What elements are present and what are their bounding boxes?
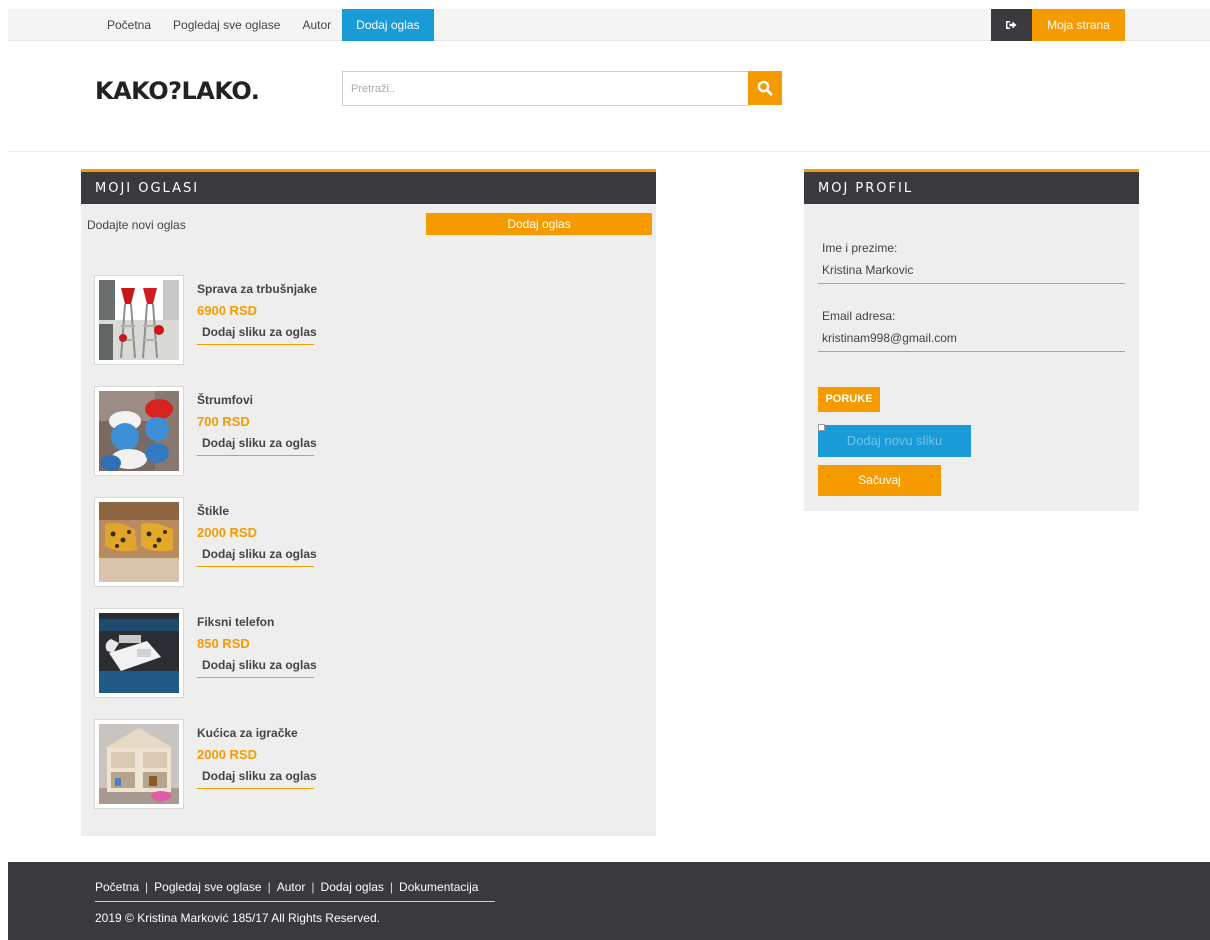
footer-separator: | xyxy=(311,880,315,894)
nav-item-autor[interactable]: Autor xyxy=(291,9,342,41)
nav-item-pocetna[interactable]: Početna xyxy=(96,9,162,41)
footer: Početna | Pogledaj sve oglase | Autor | … xyxy=(8,862,1210,940)
add-ad-image-link[interactable]: Dodaj sliku za oglas xyxy=(197,325,317,345)
upload-image-button[interactable]: Dodaj novu sliku xyxy=(818,425,971,457)
add-ad-image-link[interactable]: Dodaj sliku za oglas xyxy=(197,769,317,789)
main-nav: Početna Pogledaj sve oglase Autor Dodaj … xyxy=(96,9,434,41)
ad-price: 6900 RSD xyxy=(197,303,257,318)
email-label: Email adresa: xyxy=(822,309,896,323)
add-ad-image-link[interactable]: Dodaj sliku za oglas xyxy=(197,436,317,456)
footer-link-pocetna[interactable]: Početna xyxy=(95,880,139,894)
moja-strana-button[interactable]: Moja strana xyxy=(1032,9,1125,41)
user-nav: Moja strana xyxy=(991,9,1125,41)
search-input[interactable] xyxy=(342,71,749,106)
ad-price: 700 RSD xyxy=(197,414,250,429)
ad-price: 850 RSD xyxy=(197,636,250,651)
ad-title[interactable]: Fiksni telefon xyxy=(197,615,274,629)
add-ad-text: Dodajte novi oglas xyxy=(87,218,186,232)
search-button[interactable] xyxy=(748,71,782,105)
add-ad-button[interactable]: Dodaj oglas xyxy=(426,213,652,235)
my-profile-title: MOJ PROFIL xyxy=(804,169,1139,204)
ad-title[interactable]: Sprava za trbušnjake xyxy=(197,282,317,296)
my-ads-title: MOJI OGLASI xyxy=(81,169,656,204)
footer-link-dokumentacija[interactable]: Dokumentacija xyxy=(399,880,478,894)
nav-item-dodaj-oglas[interactable]: Dodaj oglas xyxy=(342,9,434,41)
ad-thumbnail[interactable] xyxy=(94,608,184,698)
ad-price: 2000 RSD xyxy=(197,747,257,762)
add-ad-image-link[interactable]: Dodaj sliku za oglas xyxy=(197,547,317,567)
logout-button[interactable] xyxy=(991,9,1032,41)
footer-separator: | xyxy=(267,880,271,894)
ad-item: Štrumfovi 700 RSD Dodaj sliku za oglas xyxy=(94,386,394,476)
messages-button[interactable]: PORUKE xyxy=(818,387,880,412)
site-logo[interactable]: KAKO?LAKO. xyxy=(95,77,260,105)
header-divider xyxy=(8,151,1210,152)
ad-thumbnail[interactable] xyxy=(94,497,184,587)
ad-item: Fiksni telefon 850 RSD Dodaj sliku za og… xyxy=(94,608,394,698)
ad-thumbnail[interactable] xyxy=(94,719,184,809)
add-ad-image-link[interactable]: Dodaj sliku za oglas xyxy=(197,658,317,678)
save-button[interactable]: Sačuvaj xyxy=(818,465,941,496)
smurfs-image xyxy=(99,391,179,471)
footer-link-dodaj-oglas[interactable]: Dodaj oglas xyxy=(321,880,384,894)
my-ads-panel: MOJI OGLASI Dodajte novi oglas Dodaj ogl… xyxy=(81,169,656,836)
file-input-checkbox[interactable] xyxy=(818,424,825,431)
dollhouse-image xyxy=(99,724,179,804)
ad-price: 2000 RSD xyxy=(197,525,257,540)
my-profile-panel: MOJ PROFIL Ime i prezime: Kristina Marko… xyxy=(804,169,1139,511)
nav-item-pogledaj-sve-oglase[interactable]: Pogledaj sve oglase xyxy=(162,9,291,41)
footer-separator: | xyxy=(389,880,394,894)
ab-machine-image xyxy=(99,280,179,360)
email-value: kristinam998@gmail.com xyxy=(818,328,1125,352)
footer-divider xyxy=(95,901,495,902)
heels-image xyxy=(99,502,179,582)
ad-item: Sprava za trbušnjake 6900 RSD Dodaj slik… xyxy=(94,275,394,365)
ad-thumbnail[interactable] xyxy=(94,386,184,476)
footer-link-autor[interactable]: Autor xyxy=(277,880,306,894)
ad-title[interactable]: Kućica za igračke xyxy=(197,726,298,740)
footer-links: Početna | Pogledaj sve oglase | Autor | … xyxy=(95,880,478,894)
footer-link-pogledaj-sve-oglase[interactable]: Pogledaj sve oglase xyxy=(154,880,261,894)
name-label: Ime i prezime: xyxy=(822,241,898,255)
footer-separator: | xyxy=(145,880,149,894)
landline-phone-image xyxy=(99,613,179,693)
ad-item: Štikle 2000 RSD Dodaj sliku za oglas xyxy=(94,497,394,587)
ad-title[interactable]: Štikle xyxy=(197,504,229,518)
copyright-text: 2019 © Kristina Marković 185/17 All Righ… xyxy=(95,911,380,925)
name-value: Kristina Markovic xyxy=(818,260,1125,284)
search-icon xyxy=(757,80,773,96)
sign-out-icon xyxy=(1006,21,1017,29)
top-navbar: Početna Pogledaj sve oglase Autor Dodaj … xyxy=(8,9,1210,41)
ad-item: Kućica za igračke 2000 RSD Dodaj sliku z… xyxy=(94,719,394,809)
ad-thumbnail[interactable] xyxy=(94,275,184,365)
ad-title[interactable]: Štrumfovi xyxy=(197,393,253,407)
